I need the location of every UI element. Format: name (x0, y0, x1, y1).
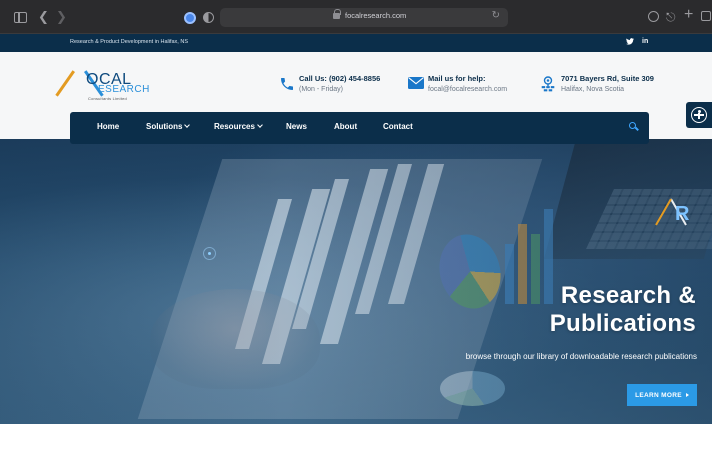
hero-logo-mark: R (655, 197, 694, 231)
sidebar-toggle-icon[interactable] (14, 12, 27, 23)
hero-title-line-1: Research & (560, 282, 696, 309)
content-area (0, 424, 712, 451)
hero-banner: R Research & Publications browse through… (0, 139, 712, 424)
nav-item-label: Contact (383, 122, 413, 131)
address-bar-url: focalresearch.com (345, 11, 407, 20)
linkedin-icon[interactable]: in (642, 38, 648, 45)
nav-item-label: News (286, 122, 307, 131)
top-bar-tagline: Research & Product Development in Halifa… (70, 39, 188, 45)
extension-icon[interactable] (184, 12, 196, 24)
main-navigation: Home Solutions Resources News About Cont… (70, 112, 649, 144)
logo-line-3: Consultants Limited (88, 96, 127, 101)
back-icon[interactable]: ❮ (38, 10, 49, 24)
hero-hotspot-dot[interactable] (203, 247, 216, 260)
contact-phone-subtitle: (Mon - Friday) (299, 86, 343, 93)
nav-item-label: Resources (214, 122, 255, 131)
lock-icon (333, 9, 341, 19)
hero-subtitle: browse through our library of downloadab… (465, 352, 697, 361)
top-bar: Research & Product Development in Halifa… (0, 34, 712, 52)
twitter-icon[interactable] (626, 38, 634, 47)
download-icon[interactable] (648, 11, 659, 22)
nav-item-contact[interactable]: Contact (383, 122, 413, 131)
contact-address-title: 7071 Bayers Rd, Suite 309 (561, 74, 654, 83)
accessibility-button[interactable] (686, 102, 712, 128)
privacy-icon[interactable] (203, 12, 214, 23)
nav-item-home[interactable]: Home (97, 122, 119, 131)
chevron-down-icon (184, 122, 191, 128)
arrow-right-icon (685, 392, 689, 397)
chevron-down-icon (257, 122, 263, 128)
nav-item-label: Home (97, 122, 120, 131)
share-icon[interactable]: ⎋ (666, 10, 676, 24)
reload-icon[interactable]: ↻ (492, 10, 500, 21)
nav-item-label: About (334, 122, 358, 131)
web-page: Research & Product Development in Halifa… (0, 34, 712, 451)
nav-item-about[interactable]: About (334, 122, 357, 131)
tab-overview-icon[interactable] (701, 11, 711, 21)
hero-title-line-2: Publications (549, 310, 696, 337)
new-tab-icon[interactable]: + (684, 7, 693, 23)
learn-more-button[interactable]: LEARN MORE (627, 384, 697, 406)
learn-more-label: LEARN MORE (635, 391, 682, 399)
contact-mail-title: Mail us for help: (428, 74, 486, 83)
accessibility-icon-body (698, 113, 700, 119)
hero-logo-letter: R (675, 203, 690, 225)
address-bar[interactable]: focalresearch.com ↻ (220, 8, 508, 27)
hero-title: Research & Publications (550, 282, 696, 338)
nav-item-resources[interactable]: Resources (214, 122, 263, 131)
mail-icon (408, 76, 424, 90)
nav-item-news[interactable]: News (286, 122, 307, 131)
logo-mark-orange (55, 70, 75, 97)
contact-address-subtitle: Halifax, Nova Scotia (561, 86, 625, 93)
phone-icon (279, 76, 295, 90)
focal-research-logo[interactable]: OCAL ESEARCH Consultants Limited (55, 70, 150, 104)
nav-item-solutions[interactable]: Solutions (146, 122, 191, 131)
location-icon (541, 76, 557, 92)
contact-phone-title[interactable]: Call Us: (902) 454-8856 (299, 74, 380, 83)
browser-toolbar: ❮ ❯ focalresearch.com ↻ ⎋ + (0, 0, 712, 34)
search-icon[interactable] (629, 122, 636, 129)
nav-item-label: Solutions (146, 122, 183, 131)
forward-icon[interactable]: ❯ (56, 10, 67, 24)
logo-line-2: ESEARCH (98, 84, 150, 95)
contact-mail-subtitle[interactable]: focal@focalresearch.com (428, 86, 507, 93)
